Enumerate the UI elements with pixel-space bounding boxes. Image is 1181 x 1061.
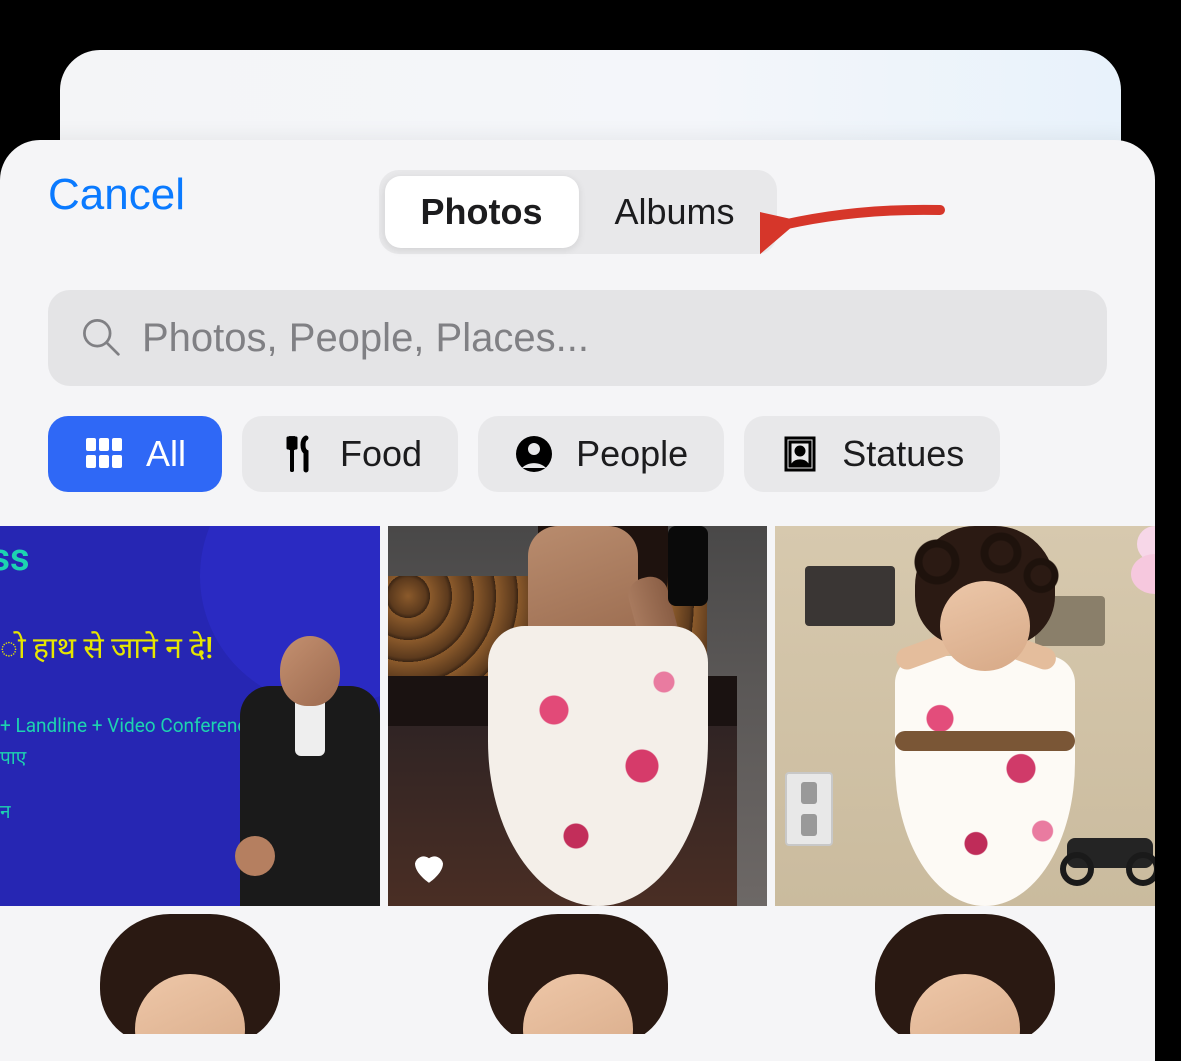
photo-thumbnail[interactable] xyxy=(775,914,1155,1034)
filter-statues-label: Statues xyxy=(842,433,964,475)
search-input[interactable] xyxy=(140,315,1077,362)
photo-picker-sheet: Cancel Photos Albums All xyxy=(0,140,1155,1061)
photo-thumbnail[interactable] xyxy=(388,914,768,1034)
photo-thumbnail[interactable] xyxy=(388,526,768,906)
ad-line: पाए xyxy=(0,744,26,770)
photo-thumbnail[interactable] xyxy=(775,526,1155,906)
tab-photos[interactable]: Photos xyxy=(384,176,578,248)
person-icon xyxy=(514,434,554,474)
ad-headline: ो हाथ से जाने न दे! xyxy=(0,626,213,667)
filter-all-label: All xyxy=(146,433,186,475)
nav-bar: Cancel Photos Albums xyxy=(0,140,1155,240)
ad-line: न xyxy=(0,798,11,824)
food-icon xyxy=(278,434,318,474)
ad-line: + Landline + Video Conferencing xyxy=(0,714,273,737)
filter-people-label: People xyxy=(576,433,688,475)
photo-grid: ess ो हाथ से जाने न दे! + Landline + Vid… xyxy=(0,526,1155,1034)
photo-media xyxy=(775,526,1155,906)
ad-title-fragment: ess xyxy=(0,536,30,580)
search-field[interactable] xyxy=(48,290,1107,386)
cancel-button[interactable]: Cancel xyxy=(48,170,185,220)
grid-icon xyxy=(84,434,124,474)
filter-food[interactable]: Food xyxy=(242,416,458,492)
segmented-control: Photos Albums xyxy=(378,170,776,254)
filter-row: All Food People xyxy=(0,416,1155,526)
filter-all[interactable]: All xyxy=(48,416,222,492)
heart-icon xyxy=(408,846,450,888)
filter-food-label: Food xyxy=(340,433,422,475)
photo-media: ess ो हाथ से जाने न दे! + Landline + Vid… xyxy=(0,526,380,906)
filter-people[interactable]: People xyxy=(478,416,724,492)
filter-statues[interactable]: Statues xyxy=(744,416,1000,492)
tab-albums[interactable]: Albums xyxy=(578,176,770,248)
photo-thumbnail[interactable]: ess ो हाथ से जाने न दे! + Landline + Vid… xyxy=(0,526,380,906)
statue-icon xyxy=(780,434,820,474)
search-icon xyxy=(78,314,122,362)
photo-thumbnail[interactable] xyxy=(0,914,380,1034)
